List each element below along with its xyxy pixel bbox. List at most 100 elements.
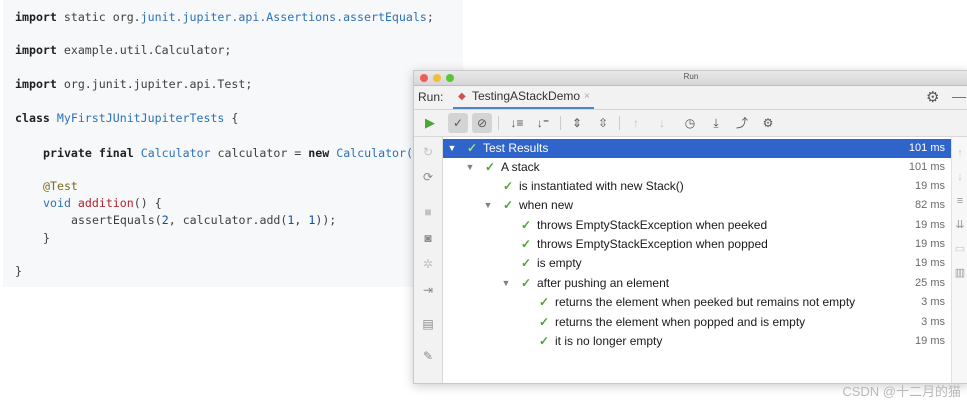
duration-label: 101 ms bbox=[908, 161, 945, 173]
tree-row[interactable]: ▼ ✓ A stack 101 ms bbox=[443, 158, 951, 177]
trash-icon[interactable]: ▥ bbox=[952, 265, 967, 281]
chevron-down-icon[interactable]: ▼ bbox=[483, 196, 493, 215]
rerun-icon[interactable]: ↻ bbox=[418, 143, 438, 161]
chevron-down-icon[interactable]: ▼ bbox=[501, 274, 511, 293]
tree-row[interactable]: ✓ throws EmptyStackException when popped… bbox=[443, 235, 951, 254]
run-label: Run: bbox=[418, 90, 444, 104]
check-icon: ✓ bbox=[521, 218, 532, 232]
duration-label: 82 ms bbox=[915, 199, 945, 211]
left-action-bar: ↻ ⟳ ■ ◙ ✲ ⇥ ▤ ✎ bbox=[414, 137, 443, 383]
tree-row[interactable]: ✓ returns the element when popped and is… bbox=[443, 313, 951, 332]
tree-row-label: it is no longer empty bbox=[555, 334, 663, 348]
check-icon: ✓ bbox=[467, 141, 478, 155]
duration-label: 25 ms bbox=[915, 277, 945, 289]
exit-icon[interactable]: ⇥ bbox=[418, 281, 438, 299]
run-icon[interactable]: ▶ bbox=[420, 113, 440, 133]
run-tool-window: Run Run: ◆ TestingAStackDemo × ⚙ ▶ ✓ ⊘ ↓≡ … bbox=[413, 70, 967, 384]
duration-label: 19 ms bbox=[915, 238, 945, 250]
tree-row[interactable]: ✓ returns the element when peeked but re… bbox=[443, 293, 951, 312]
code-line: private final Calculator calculator = ne… bbox=[43, 146, 427, 160]
toggle-auto-test-icon[interactable]: ⟳ bbox=[418, 168, 438, 186]
check-icon: ✓ bbox=[521, 256, 532, 270]
soft-wrap-icon[interactable]: ≡ bbox=[952, 193, 967, 209]
watermark: CSDN @十二月的猫 bbox=[842, 384, 961, 399]
duration-label: 19 ms bbox=[915, 180, 945, 192]
tree-row[interactable]: ▼ ✓ when new 82 ms bbox=[443, 196, 951, 215]
tab-testing-a-stack-demo[interactable]: ◆ TestingAStackDemo × bbox=[453, 86, 594, 109]
tab-close-icon[interactable]: × bbox=[584, 91, 590, 102]
duration-label: 3 ms bbox=[921, 296, 945, 308]
pin-icon[interactable]: ✎ bbox=[418, 347, 438, 365]
tree-row[interactable]: ✓ it is no longer empty 19 ms bbox=[443, 332, 951, 351]
check-icon: ✓ bbox=[539, 315, 550, 329]
check-icon: ✓ bbox=[503, 198, 514, 212]
layout-icon[interactable]: ▤ bbox=[418, 315, 438, 333]
scroll-up-icon[interactable]: ↑ bbox=[952, 145, 967, 161]
show-ignored-icon[interactable]: ⊘ bbox=[472, 113, 492, 133]
debug-icon[interactable]: ✲ bbox=[418, 255, 438, 273]
code-line: class MyFirstJUnitJupiterTests { bbox=[15, 111, 239, 125]
duration-label: 101 ms bbox=[908, 142, 945, 154]
toolbar-separator bbox=[619, 116, 620, 130]
window-titlebar: Run bbox=[414, 71, 967, 86]
code-line: import static org.junit.jupiter.api.Asse… bbox=[15, 10, 434, 24]
code-line: @Test bbox=[43, 179, 78, 193]
previous-failed-icon[interactable]: ↑ bbox=[626, 113, 646, 133]
test-results-tree: ▼ ✓ Test Results 101 ms ▼ ✓ A stack 101 … bbox=[443, 138, 951, 383]
stop-icon[interactable]: ■ bbox=[418, 203, 438, 221]
check-icon: ✓ bbox=[539, 334, 550, 348]
camera-icon[interactable]: ◙ bbox=[418, 229, 438, 247]
scroll-to-end-icon[interactable]: ⇊ bbox=[952, 217, 967, 233]
test-history-icon[interactable]: ◷ bbox=[680, 113, 700, 133]
tree-row-label: returns the element when popped and is e… bbox=[555, 315, 806, 329]
chevron-down-icon[interactable]: ▼ bbox=[447, 139, 457, 158]
window-title: Run bbox=[683, 72, 699, 81]
code-editor: import static org.junit.jupiter.api.Asse… bbox=[3, 0, 463, 287]
tree-row-label: Test Results bbox=[483, 141, 549, 155]
tab-label: TestingAStackDemo bbox=[472, 89, 581, 103]
test-toolbar: ▶ ✓ ⊘ ↓≡ ↓⁼ ⇕ ⇳ ↑ ↓ ◷ ⤓ ⤴ ⚙ bbox=[414, 110, 967, 137]
tree-row-test-results[interactable]: ▼ ✓ Test Results 101 ms bbox=[443, 139, 951, 158]
settings-icon[interactable]: ⚙ bbox=[758, 113, 778, 133]
collapse-all-icon[interactable]: ⇳ bbox=[593, 113, 613, 133]
expand-all-icon[interactable]: ⇕ bbox=[567, 113, 587, 133]
toolbar-separator bbox=[560, 116, 561, 130]
run-tab-bar: Run: ◆ TestingAStackDemo × ⚙ bbox=[414, 86, 967, 110]
toolbar-separator bbox=[498, 116, 499, 130]
tree-row-label: is empty bbox=[537, 256, 582, 270]
show-passed-icon[interactable]: ✓ bbox=[448, 113, 468, 133]
tree-row[interactable]: ▼ ✓ after pushing an element 25 ms bbox=[443, 274, 951, 293]
tree-row-label: throws EmptyStackException when peeked bbox=[537, 218, 768, 232]
tree-row[interactable]: ✓ throws EmptyStackException when peeked… bbox=[443, 216, 951, 235]
test-config-icon: ◆ bbox=[458, 91, 466, 102]
gear-icon[interactable]: ⚙ bbox=[926, 88, 939, 106]
hide-panel-icon[interactable] bbox=[952, 97, 966, 98]
import-tests-icon[interactable]: ⤓ bbox=[706, 113, 726, 133]
check-icon: ✓ bbox=[485, 160, 496, 174]
duration-label: 19 ms bbox=[915, 335, 945, 347]
check-icon: ✓ bbox=[539, 295, 550, 309]
sort-alphabetically-icon[interactable]: ↓≡ bbox=[507, 113, 527, 133]
scroll-down-icon[interactable]: ↓ bbox=[952, 169, 967, 185]
tree-row[interactable]: ✓ is instantiated with new Stack() 19 ms bbox=[443, 177, 951, 196]
print-icon[interactable]: ▭ bbox=[952, 241, 967, 257]
tree-row-label: returns the element when peeked but rema… bbox=[555, 295, 856, 309]
next-failed-icon[interactable]: ↓ bbox=[652, 113, 672, 133]
sort-by-duration-icon[interactable]: ↓⁼ bbox=[533, 113, 553, 133]
tree-row-label: after pushing an element bbox=[537, 276, 670, 290]
chevron-down-icon[interactable]: ▼ bbox=[465, 158, 475, 177]
export-tests-icon[interactable]: ⤴ bbox=[732, 113, 752, 133]
code-line: } bbox=[15, 264, 22, 278]
code-line: import org.junit.jupiter.api.Test; bbox=[15, 77, 253, 91]
check-icon: ✓ bbox=[521, 237, 532, 251]
tree-row[interactable]: ✓ is empty 19 ms bbox=[443, 254, 951, 273]
tree-row-label: throws EmptyStackException when popped bbox=[537, 237, 768, 251]
duration-label: 3 ms bbox=[921, 316, 945, 328]
right-action-bar: ↑ ↓ ≡ ⇊ ▭ ▥ bbox=[951, 137, 967, 383]
duration-label: 19 ms bbox=[915, 219, 945, 231]
tree-row-label: is instantiated with new Stack() bbox=[519, 179, 684, 193]
tree-row-label: when new bbox=[519, 198, 574, 212]
code-line: void addition() { bbox=[43, 196, 162, 210]
code-line: import example.util.Calculator; bbox=[15, 43, 232, 57]
check-icon: ✓ bbox=[521, 276, 532, 290]
